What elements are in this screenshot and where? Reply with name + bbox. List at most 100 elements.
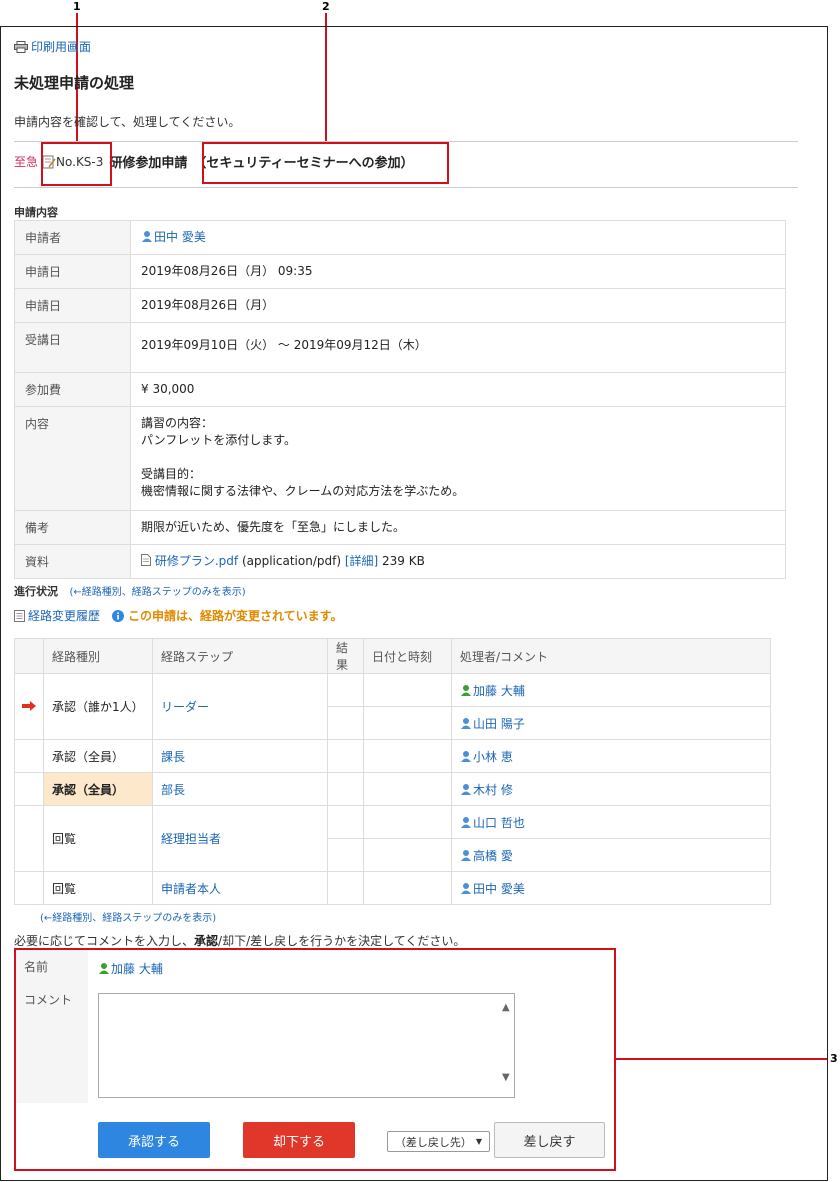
- processor-link[interactable]: 山田 陽子: [460, 717, 525, 731]
- route-current-marker: [14, 805, 44, 872]
- return-button[interactable]: 差し戻す: [494, 1122, 605, 1158]
- route-col-datetime: 日付と時刻: [363, 638, 452, 674]
- current-arrow-icon: [22, 700, 36, 711]
- route-type-highlight: 承認（全員）: [43, 772, 153, 806]
- route-result: [327, 673, 364, 707]
- comment-label: コメント: [16, 983, 88, 1103]
- detail-row: 参加費 ¥ 30,000: [14, 372, 786, 407]
- history-icon: [14, 609, 25, 622]
- detail-value: ¥ 30,000: [130, 372, 786, 407]
- route-col-result: 結果: [327, 638, 364, 674]
- user-icon: [461, 717, 471, 729]
- decision-prompt: 必要に応じてコメントを入力し、承認/却下/差し戻しを行うかを決定してください。: [14, 932, 465, 949]
- scroll-down-icon[interactable]: ▼: [502, 1072, 510, 1083]
- route-row: 回覧 経理担当者 山口 哲也: [14, 805, 771, 872]
- route-datetime: [363, 673, 452, 707]
- route-result: [327, 838, 364, 872]
- route-current-marker: [14, 772, 44, 806]
- print-link[interactable]: 印刷用画面: [14, 38, 91, 55]
- route-toggle-link-bottom[interactable]: (←経路種別、経路ステップのみを表示): [40, 909, 216, 924]
- route-datetime: [363, 838, 452, 872]
- processor-link[interactable]: 小林 恵: [460, 750, 513, 764]
- current-user-link[interactable]: 加藤 大輔: [98, 960, 163, 977]
- scroll-up-icon[interactable]: ▲: [502, 1002, 510, 1013]
- route-current-marker: [14, 739, 44, 773]
- processor-name: 加藤 大輔: [473, 683, 525, 698]
- print-link-label: 印刷用画面: [31, 40, 92, 54]
- reject-button[interactable]: 却下する: [243, 1122, 355, 1158]
- route-processor: 田中 愛美: [451, 871, 771, 905]
- route-step-link[interactable]: 部長: [161, 783, 185, 797]
- applicant-link[interactable]: 田中 愛美: [141, 230, 206, 244]
- processor-name: 小林 恵: [473, 749, 513, 764]
- content-line: [141, 449, 775, 466]
- route-changed-notice: この申請は、経路が変更されています。: [112, 607, 342, 624]
- processor-link[interactable]: 木村 修: [460, 783, 513, 797]
- processor-name: 高橋 愛: [473, 848, 513, 863]
- user-icon: [461, 750, 471, 762]
- route-result: [327, 871, 364, 905]
- page-title: 未処理申請の処理: [14, 74, 135, 92]
- chevron-down-icon: ▼: [475, 1137, 483, 1146]
- route-col-status: [14, 638, 44, 674]
- processor-link[interactable]: 山口 哲也: [460, 816, 525, 830]
- return-target-value: （差し戻し先）: [394, 1135, 472, 1149]
- route-col-processor: 処理者/コメント: [451, 638, 771, 674]
- route-datetime: [363, 871, 452, 905]
- processor-name: 田中 愛美: [473, 881, 525, 896]
- processor-link[interactable]: 高橋 愛: [460, 849, 513, 863]
- attachment-link[interactable]: 研修プラン.pdf: [155, 554, 238, 568]
- applicant-name: 田中 愛美: [154, 230, 206, 244]
- callout-box-2: [202, 142, 449, 184]
- route-datetime: [363, 706, 452, 740]
- content-line: パンフレットを添付します。: [141, 433, 297, 447]
- detail-value: 研修プラン.pdf (application/pdf) [詳細] 239 KB: [130, 544, 786, 579]
- callout-number-3: 3: [830, 1052, 838, 1065]
- detail-row: 受講日 2019年09月10日（火） ～ 2019年09月12日（木）: [14, 322, 786, 373]
- detail-label: 申請日: [14, 288, 131, 323]
- attachment-detail-link[interactable]: [詳細]: [345, 554, 378, 568]
- route-step-link[interactable]: 課長: [161, 750, 185, 764]
- detail-row: 申請日 2019年08月26日（月） 09:35: [14, 254, 786, 289]
- callout-number-1: 1: [73, 0, 81, 13]
- user-icon: [461, 849, 471, 861]
- form-name: 研修参加申請: [109, 156, 188, 171]
- detail-row: 資料 研修プラン.pdf (application/pdf) [詳細] 239 …: [14, 544, 786, 579]
- detail-value: 2019年08月26日（月）: [130, 288, 786, 323]
- processor-link[interactable]: 田中 愛美: [460, 882, 525, 896]
- comment-input[interactable]: [98, 993, 515, 1098]
- return-target-select[interactable]: （差し戻し先） ▼: [387, 1131, 490, 1152]
- detail-row: 備考 期限が近いため、優先度を「至急」にしました。: [14, 510, 786, 545]
- decision-prompt-bold: 承認: [194, 934, 219, 948]
- route-col-type: 経路種別: [43, 638, 153, 674]
- user-icon: [461, 882, 471, 894]
- processor-link[interactable]: 加藤 大輔: [460, 684, 525, 698]
- approve-button[interactable]: 承認する: [98, 1122, 210, 1158]
- user-icon: [461, 783, 471, 795]
- route-current-marker: [14, 871, 44, 905]
- route-result: [327, 805, 364, 839]
- route-result: [327, 739, 364, 773]
- details-heading: 申請内容: [14, 206, 58, 219]
- route-processor: 高橋 愛: [451, 838, 771, 872]
- route-type: 回覧: [43, 871, 153, 905]
- route-history-link[interactable]: 経路変更履歴: [14, 607, 100, 624]
- current-user-name: 加藤 大輔: [111, 962, 163, 976]
- decision-form: 名前 加藤 大輔 コメント ▲ ▼ 承認する 却下する （差し戻し先） ▼ 差し…: [16, 950, 614, 1169]
- detail-row: 申請日 2019年08月26日（月）: [14, 288, 786, 323]
- instruction-text: 申請内容を確認して、処理してください。: [14, 115, 241, 129]
- route-step-link[interactable]: 経理担当者: [161, 832, 221, 846]
- route-row: 承認（全員） 課長 小林 恵: [14, 739, 771, 773]
- detail-value: 期限が近いため、優先度を「至急」にしました。: [130, 510, 786, 545]
- route-toggle-link[interactable]: (←経路種別、経路ステップのみを表示): [70, 587, 246, 598]
- route-step-link[interactable]: リーダー: [161, 700, 209, 714]
- route-processor: 山口 哲也: [451, 805, 771, 839]
- route-info-row: 経路変更履歴 この申請は、経路が変更されています。: [14, 607, 342, 624]
- info-icon: [112, 609, 125, 622]
- route-step-link[interactable]: 申請者本人: [161, 882, 221, 896]
- detail-label: 申請日: [14, 254, 131, 289]
- detail-value: 田中 愛美: [130, 220, 786, 255]
- detail-value: 2019年09月10日（火） ～ 2019年09月12日（木）: [130, 322, 786, 373]
- user-icon-active: [461, 684, 471, 696]
- route-col-step: 経路ステップ: [152, 638, 328, 674]
